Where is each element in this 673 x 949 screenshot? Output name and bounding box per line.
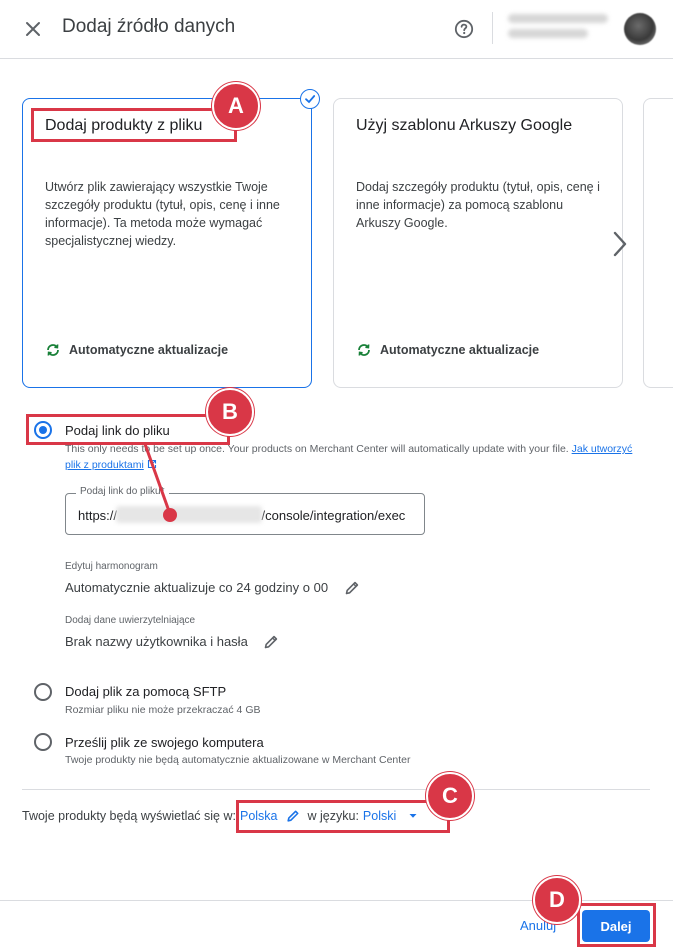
option-sub-sftp: Rozmiar pliku nie może przekraczać 4 GB [65,704,261,716]
helper-text: This only needs to be set up once. Your … [65,443,569,455]
method-card-sheets[interactable]: Użyj szablonu Arkuszy Google Dodaj szcze… [333,98,623,388]
redacted-url-segment [116,506,262,523]
annotation-marker-c: C [426,772,474,820]
check-circle-icon [300,89,320,109]
next-button[interactable]: Dalej [582,910,650,942]
radio-link[interactable] [34,421,52,439]
annotation-marker-b: B [206,388,254,436]
section-divider [22,789,650,790]
card-title: Użyj szablonu Arkuszy Google [356,117,573,134]
radio-upload[interactable] [34,733,52,751]
credentials-value: Brak nazwy użytkownika i hasła [65,634,248,649]
dialog-header: Dodaj źródło danych [0,0,673,59]
sync-icon [47,344,59,356]
card-footer-label: Automatyczne aktualizacje [69,343,229,357]
account-info-blurred[interactable] [508,14,618,46]
method-card-file[interactable]: Dodaj produkty z pliku Utwórz plik zawie… [22,98,312,388]
edit-credentials-pencil-icon[interactable] [261,632,281,652]
option-label-link: Podaj link do pliku [65,423,170,438]
language-select[interactable]: Polski [363,809,396,823]
card-footer: Automatyczne aktualizacje [356,342,539,358]
credentials-label: Dodaj dane uwierzytelniające [65,615,196,626]
avatar[interactable] [624,13,656,45]
radio-sftp[interactable] [34,683,52,701]
schedule-label: Edytuj harmonogram [65,561,158,572]
option-helper-text: This only needs to be set up once. Your … [65,441,645,473]
card-footer: Automatyczne aktualizacje [45,342,228,358]
page-title: Dodaj źródło danych [62,16,236,37]
edit-country-pencil-icon[interactable] [286,809,300,823]
help-circle-icon[interactable] [452,17,476,41]
chevron-right-icon[interactable] [606,228,634,260]
card-footer-label: Automatyczne aktualizacje [380,343,540,357]
file-link-field[interactable]: Podaj link do pliku* [65,486,425,535]
file-link-field-label: Podaj link do pliku* [76,486,169,497]
option-label-upload: Prześlij plik ze swojego komputera [65,735,264,750]
annotation-marker-a: A [212,82,260,130]
card-description: Utwórz plik zawierający wszystkie Twoje … [45,180,280,248]
method-card-partial[interactable] [643,98,673,388]
country-link[interactable]: Polska [240,809,278,823]
schedule-value: Automatycznie aktualizuje co 24 godziny … [65,580,329,595]
locale-mid: w języku: [307,809,359,823]
header-divider [492,12,493,44]
chevron-down-icon[interactable] [408,811,418,821]
sync-icon [358,344,370,356]
close-icon[interactable] [20,16,46,42]
option-sub-upload: Twoje produkty nie będą automatycznie ak… [65,754,411,766]
card-description: Dodaj szczegóły produktu (tytuł, opis, c… [356,180,600,230]
annotation-marker-d: D [533,876,581,924]
locale-prefix: Twoje produkty będą wyświetlać się w: [22,809,236,823]
card-title: Dodaj produkty z pliku [45,117,203,134]
edit-schedule-pencil-icon[interactable] [342,578,362,598]
option-label-sftp: Dodaj plik za pomocą SFTP [65,684,227,699]
external-link-icon [147,459,156,469]
locale-settings: Twoje produkty będą wyświetlać się w: Po… [22,809,418,823]
